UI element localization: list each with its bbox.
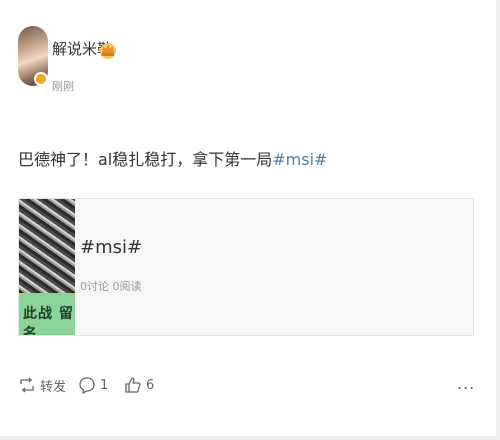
repost-button[interactable]: 转发: [18, 372, 66, 398]
thumbnail-photo: [19, 199, 75, 293]
thumbnail-label: 此战 留名: [23, 306, 74, 335]
comment-count: 1: [100, 377, 109, 393]
repost-icon: [20, 377, 34, 393]
topic-card[interactable]: 此战 留名: [18, 198, 474, 336]
divider: [0, 436, 500, 440]
like-count: 6: [146, 377, 155, 393]
verified-badge-icon: [34, 72, 48, 86]
topic-title[interactable]: #msi#: [80, 237, 142, 258]
post-body: 巴德神了！al稳扎稳打，拿下第一局: [18, 150, 273, 169]
thumbs-up-icon: [125, 377, 141, 393]
comment-button[interactable]: 1: [78, 372, 108, 398]
topic-thumbnail: 此战 留名: [19, 199, 75, 335]
like-button[interactable]: 6: [124, 372, 154, 398]
weibo-post: 解说米勒 刚刚 巴德神了！al稳扎稳打，拿下第一局#msi# 此战 留名 #ms…: [0, 0, 500, 440]
more-options-button[interactable]: ...: [457, 374, 475, 393]
post-time: 刚刚: [52, 80, 74, 93]
crown-badge-icon[interactable]: [98, 40, 118, 60]
post-text: 巴德神了！al稳扎稳打，拿下第一局#msi#: [18, 146, 327, 170]
scroll-edge: [496, 0, 500, 440]
topic-stats: 0讨论 0阅读: [80, 280, 142, 293]
repost-label: 转发: [40, 379, 67, 395]
hashtag-link[interactable]: #msi#: [272, 150, 327, 169]
comment-icon: [79, 377, 95, 394]
